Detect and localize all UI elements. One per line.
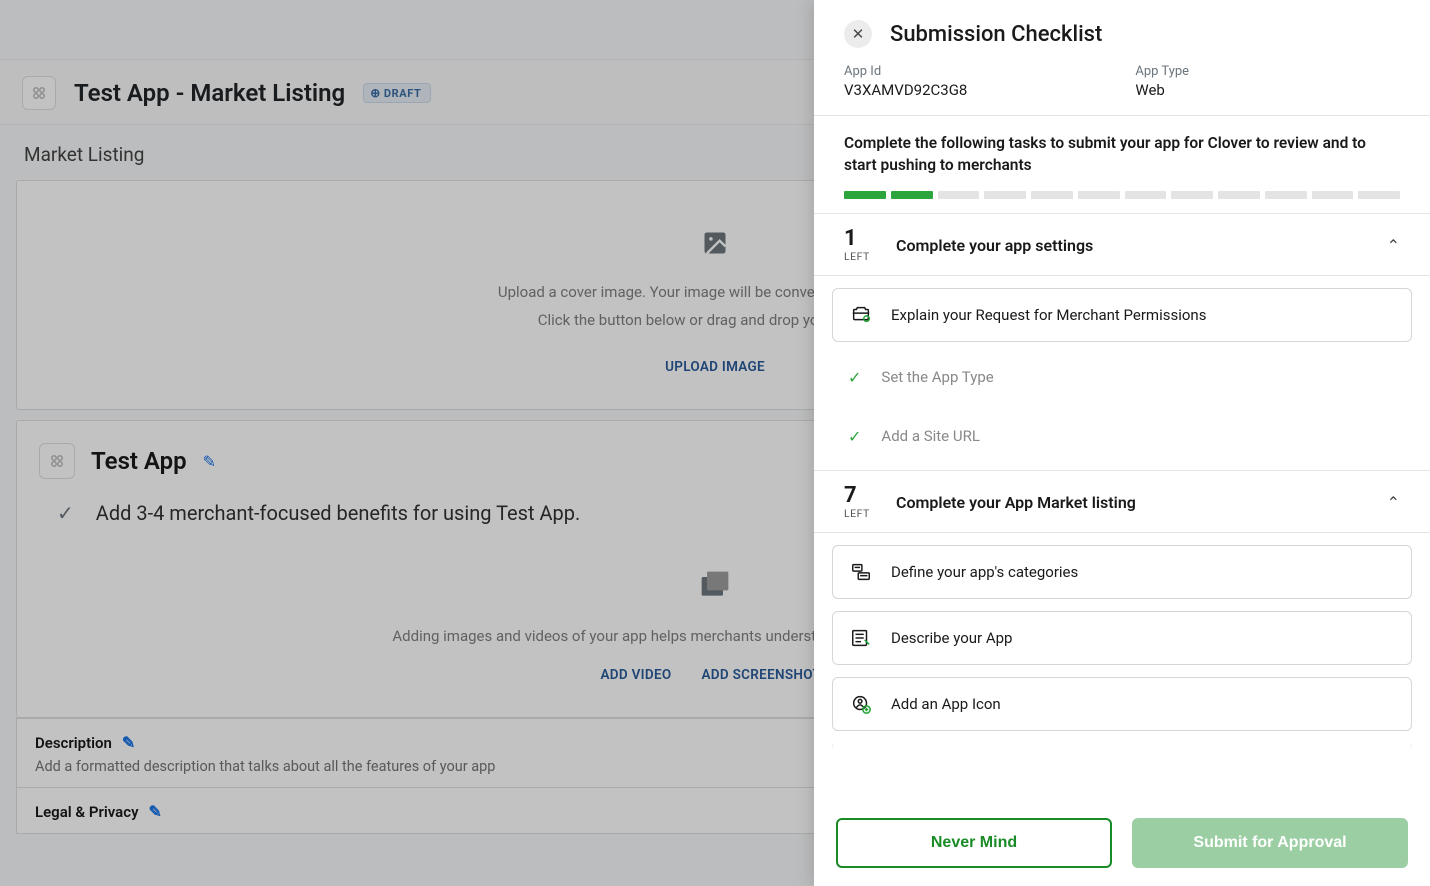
progress-seg bbox=[1125, 191, 1167, 199]
task-label: Define your app's categories bbox=[891, 563, 1078, 581]
submission-checklist-panel: ✕ Submission Checklist App Id V3XAMVD92C… bbox=[814, 0, 1430, 886]
close-panel-button[interactable]: ✕ bbox=[844, 20, 872, 48]
section2-count: 7 bbox=[844, 485, 878, 507]
progress-seg bbox=[1312, 191, 1354, 199]
chevron-up-icon: ⌃ bbox=[1387, 493, 1400, 512]
task-define-categories[interactable]: Define your app's categories bbox=[832, 545, 1412, 599]
section1-title: Complete your app settings bbox=[896, 236, 1369, 255]
check-icon: ✓ bbox=[848, 368, 861, 387]
task-set-app-type: ✓ Set the App Type bbox=[832, 354, 1412, 401]
progress-seg bbox=[844, 191, 886, 199]
describe-icon bbox=[849, 626, 873, 650]
app-icon-icon bbox=[849, 692, 873, 716]
section-market-listing-header[interactable]: 7 LEFT Complete your App Market listing … bbox=[814, 470, 1430, 533]
app-type-label: App Type bbox=[1135, 64, 1189, 79]
progress-seg bbox=[1265, 191, 1307, 199]
task-add-site-url: ✓ Add a Site URL bbox=[832, 413, 1412, 460]
progress-seg bbox=[891, 191, 933, 199]
task-label: Add a Site URL bbox=[881, 427, 980, 445]
section1-count: 1 bbox=[844, 228, 878, 250]
submit-for-approval-button[interactable]: Submit for Approval bbox=[1132, 818, 1408, 868]
section2-title: Complete your App Market listing bbox=[896, 493, 1369, 512]
task-describe-app[interactable]: Describe your App bbox=[832, 611, 1412, 665]
never-mind-button[interactable]: Never Mind bbox=[836, 818, 1112, 868]
task-label: Explain your Request for Merchant Permis… bbox=[891, 306, 1206, 324]
section2-left-label: LEFT bbox=[844, 507, 878, 520]
app-id-label: App Id bbox=[844, 64, 967, 79]
app-type-value: Web bbox=[1135, 81, 1189, 99]
task-label: Add an App Icon bbox=[891, 695, 1001, 713]
task-label: Describe your App bbox=[891, 629, 1012, 647]
section1-left-label: LEFT bbox=[844, 250, 878, 263]
task-partial bbox=[832, 743, 1412, 749]
close-icon: ✕ bbox=[852, 25, 865, 43]
chevron-up-icon: ⌃ bbox=[1387, 236, 1400, 255]
section-app-settings-header[interactable]: 1 LEFT Complete your app settings ⌃ bbox=[814, 213, 1430, 276]
progress-seg bbox=[984, 191, 1026, 199]
instruction-text: Complete the following tasks to submit y… bbox=[814, 116, 1430, 191]
check-icon: ✓ bbox=[848, 427, 861, 446]
progress-bar bbox=[814, 191, 1430, 213]
progress-seg bbox=[1218, 191, 1260, 199]
app-id-value: V3XAMVD92C3G8 bbox=[844, 81, 967, 99]
task-add-app-icon[interactable]: Add an App Icon bbox=[832, 677, 1412, 731]
progress-seg bbox=[1358, 191, 1400, 199]
permissions-icon bbox=[849, 303, 873, 327]
progress-seg bbox=[1171, 191, 1213, 199]
progress-seg bbox=[1078, 191, 1120, 199]
progress-seg bbox=[938, 191, 980, 199]
task-explain-permissions[interactable]: Explain your Request for Merchant Permis… bbox=[832, 288, 1412, 342]
task-label: Set the App Type bbox=[881, 368, 993, 386]
categories-icon bbox=[849, 560, 873, 584]
progress-seg bbox=[1031, 191, 1073, 199]
panel-title: Submission Checklist bbox=[890, 22, 1102, 47]
